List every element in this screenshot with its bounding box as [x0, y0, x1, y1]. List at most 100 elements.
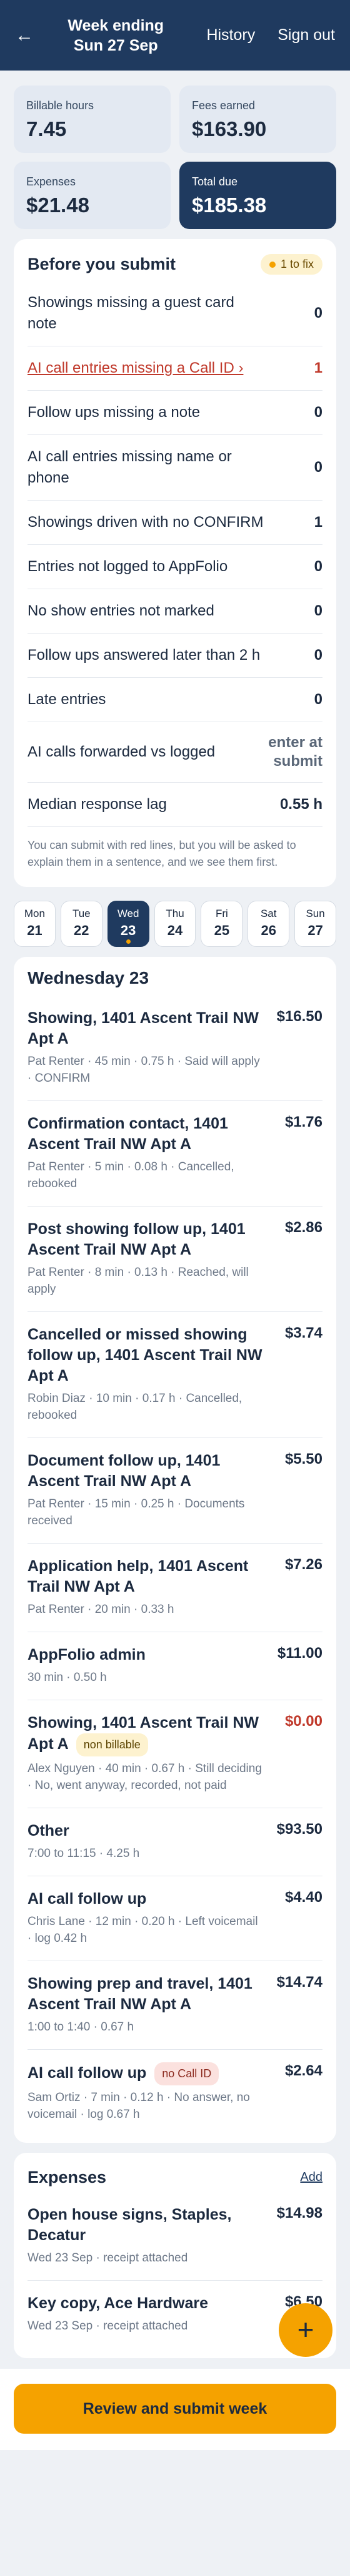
- day-tab-thu[interactable]: Thu 24: [154, 901, 196, 947]
- stat-billable-hours: Billable hours 7.45: [14, 86, 171, 153]
- day-tab-tue[interactable]: Tue 22: [60, 901, 102, 947]
- entry-row[interactable]: Showing, 1401 Ascent Trail NW Apt A non …: [28, 1700, 322, 1808]
- entry-row[interactable]: Post showing follow up, 1401 Ascent Trai…: [28, 1207, 322, 1312]
- entry-row[interactable]: AI call follow up Chris Lane · 12 min · …: [28, 1876, 322, 1961]
- title-line-1: Week ending: [68, 16, 164, 34]
- day-entries: Wednesday 23 Showing, 1401 Ascent Trail …: [14, 957, 336, 2143]
- title-line-2: Sun 27 Sep: [73, 36, 158, 54]
- entry-amount: $7.26: [284, 1556, 322, 1573]
- check-count: 0: [314, 305, 322, 321]
- check-value: enter at submit: [268, 734, 322, 770]
- check-row: No show entries not marked 0: [28, 589, 322, 634]
- entry-row[interactable]: Showing prep and travel, 1401 Ascent Tra…: [28, 1961, 322, 2050]
- check-label: Showings missing a guest card note: [28, 294, 234, 332]
- sign-out-link[interactable]: Sign out: [278, 26, 335, 44]
- page-title: Week ending Sun 27 Sep: [48, 16, 184, 56]
- check-row: Median response lag 0.55 h: [28, 783, 322, 827]
- entry-title: Showing, 1401 Ascent Trail NW Apt A non …: [28, 1713, 265, 1756]
- checklist-title: Before you submit: [28, 255, 176, 273]
- add-entry-fab-plus-icon[interactable]: +: [279, 2303, 332, 2357]
- entry-row[interactable]: AI call follow up no Call ID Sam Ortiz ·…: [28, 2050, 322, 2137]
- entry-title-text: AI call follow up: [28, 2064, 147, 2082]
- expense-title: Key copy, Ace Hardware: [28, 2294, 209, 2312]
- entry-title: Document follow up, 1401 Ascent Trail NW…: [28, 1452, 221, 1490]
- review-submit-button[interactable]: Review and submit week: [14, 2384, 336, 2434]
- entry-title: Post showing follow up, 1401 Ascent Trai…: [28, 1220, 246, 1258]
- expense-row[interactable]: Key copy, Ace Hardware Wed 23 Sep · rece…: [28, 2281, 322, 2348]
- entry-amount: $4.40: [284, 1889, 322, 1906]
- entry-amount: $2.86: [284, 1219, 322, 1236]
- day-date: 25: [214, 923, 230, 938]
- check-row: Follow ups missing a note 0: [28, 391, 322, 435]
- entry-details: 1:00 to 1:40 · 0.67 h: [28, 2020, 134, 2034]
- expense-row[interactable]: Open house signs, Staples, Decatur Wed 2…: [28, 2192, 322, 2281]
- stat-label: Expenses: [26, 175, 76, 188]
- entry-amount: $2.64: [284, 2062, 322, 2079]
- entry-title: Cancelled or missed showing follow up, 1…: [28, 1326, 262, 1384]
- entry-details: Pat Renter · 45 min · 0.75 h · Said will…: [28, 1055, 260, 1085]
- entry-details: Pat Renter · 8 min · 0.13 h · Reached, w…: [28, 1266, 249, 1296]
- entry-title: Other: [28, 1822, 69, 1839]
- entry-details: 7:00 to 11:15 · 4.25 h: [28, 1847, 140, 1860]
- check-label-link[interactable]: AI call entries missing a Call ID ›: [28, 358, 243, 379]
- day-date: 26: [261, 923, 276, 938]
- day-selector: Mon 21 Tue 22 Wed 23 Thu 24 Fri 25 Sat 2…: [0, 901, 350, 947]
- entry-amount: $93.50: [276, 1821, 322, 1838]
- entry-details: Robin Diaz · 10 min · 0.17 h · Cancelled…: [28, 1392, 242, 1422]
- entry-title: AppFolio admin: [28, 1646, 146, 1663]
- add-expense-link[interactable]: Add: [300, 2170, 322, 2185]
- check-count: 1: [314, 360, 322, 376]
- entry-row[interactable]: Confirmation contact, 1401 Ascent Trail …: [28, 1101, 322, 1207]
- check-label: Median response lag: [28, 796, 167, 813]
- day-tab-fri[interactable]: Fri 25: [201, 901, 243, 947]
- check-value: 0.55 h: [279, 796, 322, 813]
- selected-day-title: Wednesday 23: [28, 968, 149, 987]
- check-label: Follow ups missing a note: [28, 404, 201, 421]
- history-link[interactable]: History: [206, 26, 255, 44]
- expense-details: Wed 23 Sep · receipt attached: [28, 2319, 188, 2333]
- check-row: Follow ups answered later than 2 h 0: [28, 634, 322, 678]
- day-name: Fri: [215, 908, 228, 919]
- day-name: Sun: [306, 908, 325, 919]
- entry-details: Chris Lane · 12 min · 0.20 h · Left voic…: [28, 1915, 258, 1945]
- expense-amount: $14.98: [276, 2205, 322, 2221]
- check-count: 0: [314, 558, 322, 575]
- top-bar: ← Week ending Sun 27 Sep History Sign ou…: [0, 0, 350, 71]
- entry-row[interactable]: Cancelled or missed showing follow up, 1…: [28, 1312, 322, 1438]
- entry-amount: $3.74: [284, 1325, 322, 1341]
- check-row-flagged[interactable]: AI call entries missing a Call ID › 1: [28, 346, 322, 391]
- entry-title: Showing, 1401 Ascent Trail NW Apt A: [28, 1009, 259, 1047]
- check-row: AI call entries missing name or phone 0: [28, 435, 322, 501]
- check-count: 0: [314, 602, 322, 619]
- stat-label: Fees earned: [192, 99, 256, 112]
- day-name: Thu: [166, 908, 184, 919]
- check-row: Showings driven with no CONFIRM 1: [28, 501, 322, 545]
- day-tab-wed-selected[interactable]: Wed 23: [107, 901, 149, 947]
- entry-row[interactable]: AppFolio admin 30 min · 0.50 h $11.00: [28, 1632, 322, 1700]
- entry-row[interactable]: Showing, 1401 Ascent Trail NW Apt A Pat …: [28, 996, 322, 1101]
- back-arrow-icon[interactable]: ←: [15, 25, 48, 46]
- day-name: Sat: [260, 908, 277, 919]
- check-count: 0: [314, 459, 322, 476]
- day-tab-sun[interactable]: Sun 27: [294, 901, 337, 947]
- expenses-title: Expenses: [28, 2168, 107, 2187]
- entry-title: Application help, 1401 Ascent Trail NW A…: [28, 1557, 249, 1595]
- entry-amount: $5.50: [284, 1451, 322, 1467]
- entry-details: Pat Renter · 20 min · 0.33 h: [28, 1603, 174, 1616]
- check-count: 0: [314, 647, 322, 664]
- entry-row[interactable]: Document follow up, 1401 Ascent Trail NW…: [28, 1438, 322, 1544]
- day-date: 24: [167, 923, 183, 938]
- entry-details: Sam Ortiz · 7 min · 0.12 h · No answer, …: [28, 2091, 250, 2121]
- entry-row[interactable]: Other 7:00 to 11:15 · 4.25 h $93.50: [28, 1808, 322, 1876]
- entry-row[interactable]: Application help, 1401 Ascent Trail NW A…: [28, 1544, 322, 1632]
- check-count: 0: [314, 691, 322, 708]
- pre-submit-checklist: Before you submit 1 to fix Showings miss…: [14, 239, 336, 887]
- entry-amount: $1.76: [284, 1114, 322, 1130]
- stat-label: Total due: [192, 175, 238, 188]
- day-tab-mon[interactable]: Mon 21: [14, 901, 56, 947]
- stat-fees-earned: Fees earned $163.90: [179, 86, 336, 153]
- day-tab-sat[interactable]: Sat 26: [248, 901, 290, 947]
- entry-title: AI call follow up: [28, 1890, 147, 1908]
- no-call-id-tag: no Call ID: [154, 2062, 219, 2085]
- day-date: 22: [74, 923, 89, 938]
